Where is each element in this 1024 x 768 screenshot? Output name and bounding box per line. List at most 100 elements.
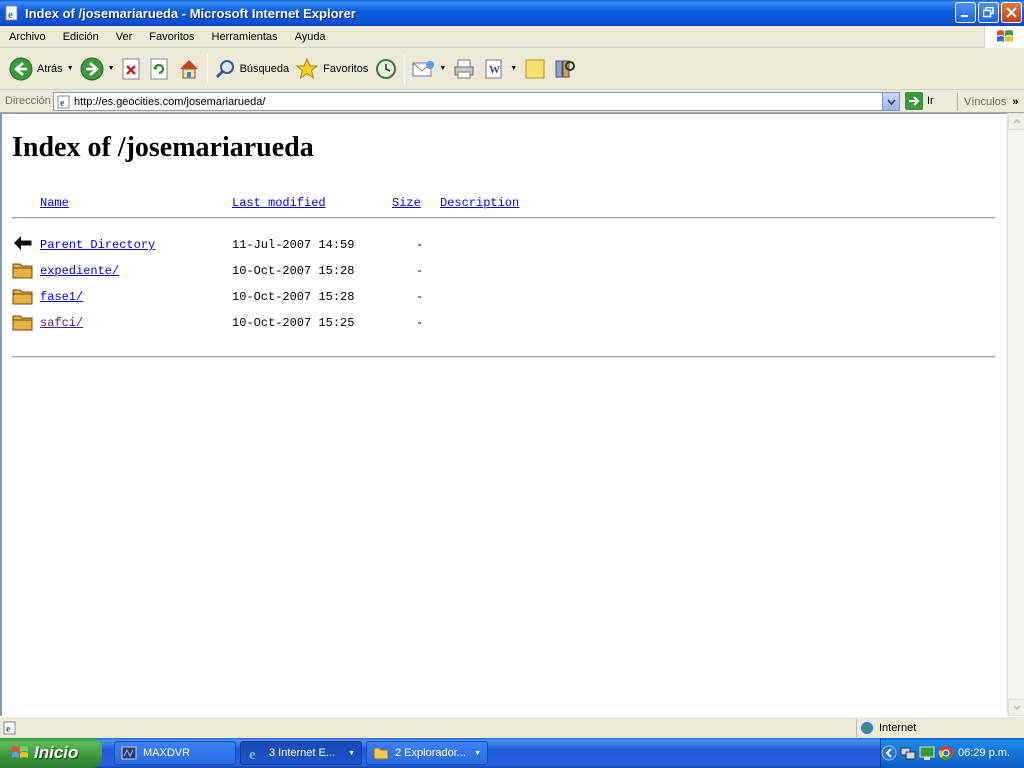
refresh-button[interactable] — [146, 51, 174, 87]
back-arrow-icon — [14, 236, 33, 250]
back-arrow-icon — [9, 57, 33, 80]
scroll-down-button[interactable] — [1008, 699, 1024, 716]
menu-favoritos[interactable]: Favoritos — [140, 31, 202, 43]
table-row: Parent Directory 11-Jul-2007 14:59 - — [12, 236, 612, 258]
menu-herramientas[interactable]: Herramientas — [203, 31, 286, 43]
globe-icon — [861, 722, 873, 734]
monitor-icon[interactable] — [919, 745, 935, 761]
search-label: Búsqueda — [239, 62, 290, 75]
minimize-icon — [961, 15, 968, 17]
research-button[interactable] — [550, 51, 580, 87]
folder-link-expediente[interactable]: expediente/ — [40, 264, 119, 278]
column-header-description[interactable]: Description — [440, 196, 519, 210]
menu-edicion[interactable]: Edición — [54, 31, 107, 43]
chevron-down-icon — [1013, 705, 1020, 710]
column-header-size[interactable]: Size — [392, 196, 421, 210]
scroll-up-button[interactable] — [1008, 113, 1024, 130]
task-label: MAXDVR — [143, 747, 191, 759]
edit-button[interactable]: W ▼ — [479, 51, 520, 87]
ie-page-icon: e — [5, 5, 18, 21]
go-button[interactable]: Ir — [905, 92, 934, 110]
home-button[interactable] — [174, 51, 204, 87]
back-button[interactable]: Atrás ▼ — [6, 51, 77, 87]
forward-button[interactable]: ▼ — [77, 51, 118, 87]
menu-bar: Archivo Edición Ver Favoritos Herramient… — [0, 26, 1024, 48]
forward-arrow-icon — [80, 57, 104, 80]
task-label: 2 Explorador... — [395, 747, 466, 759]
start-button[interactable]: Inicio — [0, 738, 102, 768]
chevron-down-icon — [886, 98, 896, 105]
network-icon[interactable] — [900, 745, 916, 761]
restore-button[interactable] — [978, 2, 999, 23]
mail-icon — [412, 60, 435, 76]
windows-flag-icon — [12, 746, 28, 758]
horizontal-rule — [12, 356, 995, 358]
svg-text:e: e — [60, 98, 65, 109]
clock: 06:29 p.m. — [958, 747, 1010, 759]
menu-archivo[interactable]: Archivo — [0, 31, 54, 43]
refresh-icon — [150, 58, 168, 79]
address-bar: Dirección e http://es.geocities.com/jose… — [0, 90, 1024, 113]
column-header-modified[interactable]: Last modified — [232, 196, 326, 210]
menu-ver[interactable]: Ver — [107, 31, 141, 43]
favorites-button[interactable]: Favoritos — [292, 51, 371, 87]
column-header-name[interactable]: Name — [40, 196, 69, 210]
back-dropdown-icon[interactable]: ▼ — [67, 65, 74, 72]
menu-ayuda[interactable]: Ayuda — [286, 31, 334, 43]
svg-text:W: W — [489, 64, 500, 76]
mail-dropdown-icon[interactable]: ▼ — [439, 65, 446, 72]
window-title: Index of /josemariarueda - Microsoft Int… — [25, 5, 356, 21]
column-name-link[interactable]: Name — [40, 196, 69, 210]
discuss-button[interactable] — [520, 51, 550, 87]
toolbar-separator — [206, 53, 208, 84]
column-modified-link[interactable]: Last modified — [232, 196, 326, 210]
mail-button[interactable]: ▼ — [408, 51, 449, 87]
column-size-link[interactable]: Size — [392, 196, 421, 210]
folder-link-fase1[interactable]: fase1/ — [40, 290, 83, 304]
folder-icon — [373, 747, 389, 760]
title-bar[interactable]: e Index of /josemariarueda - Microsoft I… — [0, 0, 1024, 26]
search-icon — [215, 59, 234, 78]
folder-icon — [12, 263, 33, 279]
show-hidden-icons-button[interactable] — [881, 745, 897, 761]
taskbar-item-explorer[interactable]: 2 Explorador... ▼ — [366, 741, 488, 765]
start-label: Inicio — [34, 743, 79, 762]
vertical-scrollbar[interactable] — [1007, 113, 1024, 716]
row-size: - — [416, 264, 424, 278]
standard-toolbar: Atrás ▼ ▼ Búsqueda Favoritos ▼ W ▼ — [0, 48, 1024, 90]
links-toolbar[interactable]: Vínculos » — [957, 93, 1018, 111]
forward-dropdown-icon[interactable]: ▼ — [108, 65, 115, 72]
address-input[interactable]: e http://es.geocities.com/josemariarueda… — [53, 92, 900, 111]
chrome-icon[interactable] — [938, 745, 954, 761]
windows-flag-icon — [996, 30, 1013, 42]
close-button[interactable] — [1001, 2, 1022, 23]
page-content: Index of /josemariarueda Name Last modif… — [0, 113, 1007, 716]
folder-link-safci[interactable]: safci/ — [40, 316, 83, 330]
taskbar-item-internet-explorer[interactable]: e 3 Internet E... ▼ — [240, 741, 362, 765]
address-url[interactable]: http://es.geocities.com/josemariarueda/ — [74, 96, 265, 108]
column-description-link[interactable]: Description — [440, 196, 519, 210]
parent-directory-link[interactable]: Parent Directory — [40, 238, 155, 252]
print-button[interactable] — [449, 51, 479, 87]
search-button[interactable]: Búsqueda — [211, 51, 293, 87]
minimize-button[interactable] — [955, 2, 976, 23]
research-icon — [555, 60, 576, 77]
stop-button[interactable] — [118, 51, 146, 87]
chevron-right-icon[interactable]: » — [1012, 96, 1018, 108]
chevron-up-icon — [1013, 119, 1020, 124]
horizontal-rule — [12, 217, 995, 219]
svg-text:e: e — [249, 747, 256, 761]
taskbar-item-maxdvr[interactable]: MAXDVR — [114, 741, 236, 765]
status-bar: e Internet — [0, 716, 1024, 738]
ie-icon: e — [249, 747, 256, 761]
page-status-icon: e — [3, 721, 16, 735]
edit-dropdown-icon[interactable]: ▼ — [510, 65, 517, 72]
svg-text:e: e — [6, 724, 11, 735]
history-button[interactable] — [371, 51, 401, 87]
back-label: Atrás — [37, 62, 63, 75]
word-document-icon: W — [485, 59, 502, 78]
folder-icon — [12, 315, 33, 331]
go-arrow-icon — [905, 92, 923, 110]
row-modified: 11-Jul-2007 14:59 — [232, 238, 355, 252]
address-dropdown-button[interactable] — [882, 93, 899, 110]
